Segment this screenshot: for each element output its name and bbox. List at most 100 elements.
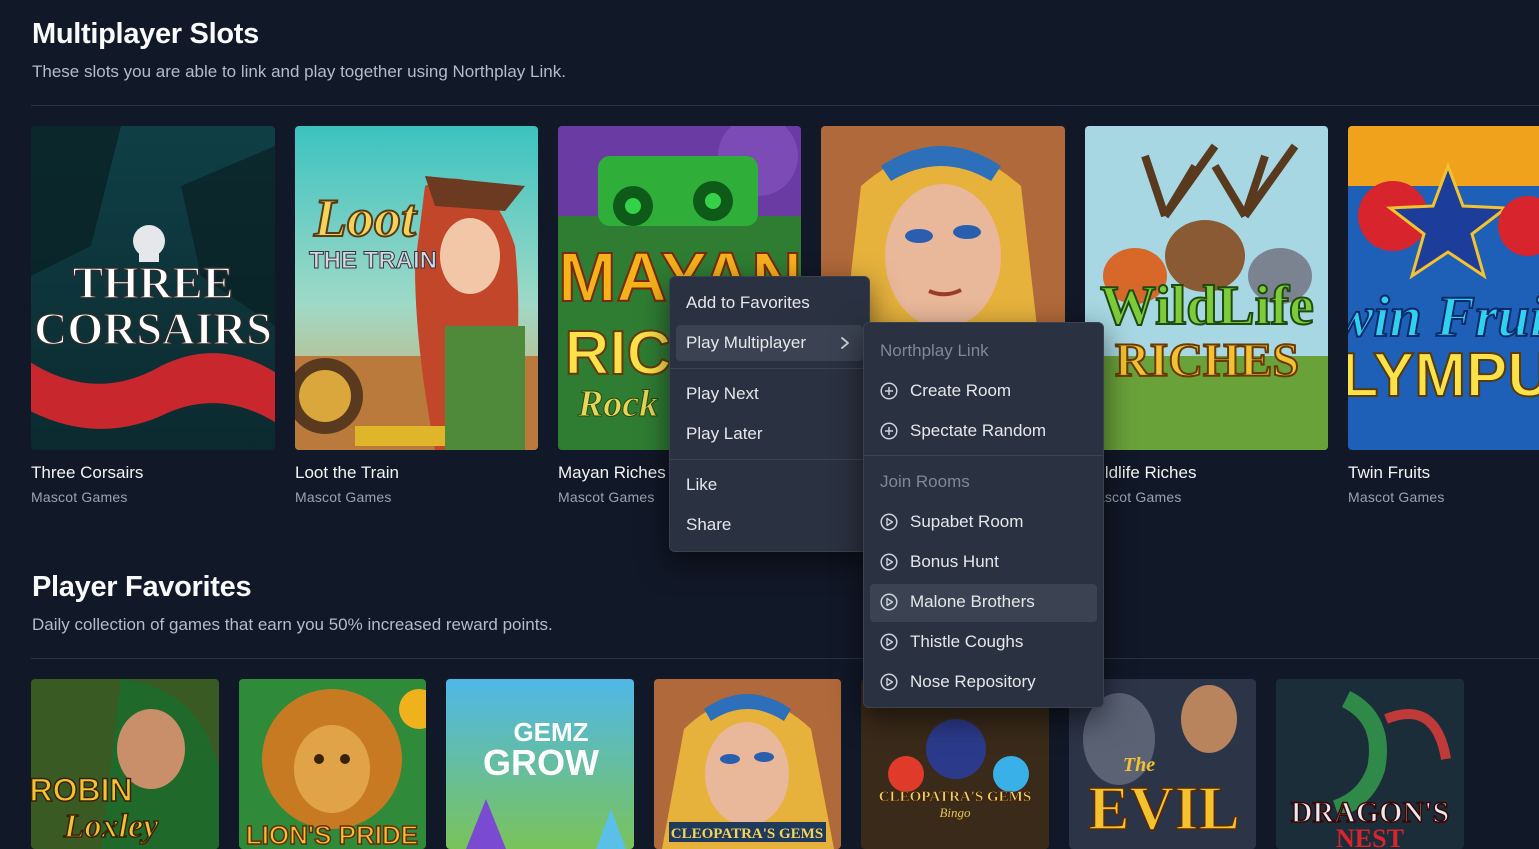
game-provider: Mascot Games (558, 489, 655, 505)
svg-text:NEST: NEST (1336, 824, 1404, 849)
game-thumbnail[interactable]: GEMZ GROW (446, 679, 634, 849)
menu-item-label: Play Later (686, 424, 763, 443)
svg-text:Loot: Loot (313, 188, 418, 248)
robin-art: ROBIN Loxley (31, 679, 219, 849)
room-item-nose-repository[interactable]: Nose Repository (870, 664, 1097, 700)
svg-text:LION'S PRIDE: LION'S PRIDE (246, 820, 418, 849)
menu-item-add-to-favorites[interactable]: Add to Favorites (676, 285, 863, 321)
svg-text:RICHES: RICHES (1115, 334, 1299, 387)
play-circle-icon (880, 673, 898, 691)
plus-circle-icon (880, 382, 898, 400)
svg-text:EVIL: EVIL (1088, 775, 1240, 843)
menu-item-share[interactable]: Share (676, 507, 863, 543)
menu-item-label: Play Next (686, 384, 759, 403)
menu-item-play-later[interactable]: Play Later (676, 416, 863, 452)
svg-text:WildLife: WildLife (1100, 275, 1314, 337)
game-thumbnail[interactable]: THREE CORSAIRS (31, 126, 275, 450)
svg-text:THE TRAIN: THE TRAIN (309, 247, 437, 274)
game-thumbnail[interactable]: DRAGON'S NEST (1276, 679, 1464, 849)
submenu-item-create-room[interactable]: Create Room (870, 373, 1097, 409)
svg-text:CLEOPATRA'S GEMS: CLEOPATRA'S GEMS (879, 789, 1031, 805)
svg-text:Rock: Rock (577, 383, 658, 425)
submenu-item-label: Bonus Hunt (910, 552, 999, 571)
room-item-supabet-room[interactable]: Supabet Room (870, 504, 1097, 540)
favorite-card-gemz-grow[interactable]: GEMZ GROW (446, 679, 634, 849)
submenu-item-label: Malone Brothers (910, 592, 1035, 611)
play-circle-icon (880, 593, 898, 611)
plus-circle-icon (880, 422, 898, 440)
game-card-three-corsairs[interactable]: THREE CORSAIRS Three Corsairs Mascot Gam… (31, 126, 275, 516)
menu-item-play-multiplayer[interactable]: Play Multiplayer (676, 325, 863, 361)
twin-fruits-art: Twin Fruits OLYMPUS (1348, 126, 1539, 450)
dragons-nest-art: DRAGON'S NEST (1276, 679, 1464, 849)
context-menu: Add to Favorites Play Multiplayer Play N… (669, 276, 870, 552)
chevron-right-icon (841, 337, 849, 349)
menu-item-label: Like (686, 475, 718, 494)
game-name[interactable]: Twin Fruits (1348, 463, 1430, 483)
game-card-loot-the-train[interactable]: Loot THE TRAIN Loot the Train Mascot Gam… (295, 126, 538, 516)
svg-text:Twin Fruits: Twin Fruits (1348, 284, 1539, 349)
submenu-header-northplay-link: Northplay Link (880, 341, 989, 360)
section-divider (31, 105, 1539, 106)
game-provider: Mascot Games (31, 489, 128, 505)
menu-separator (670, 368, 869, 369)
game-thumbnail[interactable]: LION'S PRIDE (239, 679, 426, 849)
submenu-item-label: Supabet Room (910, 512, 1024, 531)
game-card-wildlife-riches[interactable]: WildLife RICHES Wildlife Riches Mascot G… (1085, 126, 1328, 516)
section-title-multiplayer: Multiplayer Slots (32, 18, 259, 50)
svg-text:THREE: THREE (72, 257, 233, 308)
svg-text:OLYMPUS: OLYMPUS (1348, 341, 1539, 410)
lions-pride-art: LION'S PRIDE (239, 679, 426, 849)
submenu-item-label: Thistle Coughs (910, 632, 1024, 651)
favorite-card-robin-of-loxley[interactable]: ROBIN Loxley (31, 679, 219, 849)
menu-item-like[interactable]: Like (676, 467, 863, 503)
game-card-twin-fruits[interactable]: Twin Fruits OLYMPUS Twin Fruits Mascot G… (1348, 126, 1539, 516)
submenu-item-label: Create Room (910, 381, 1012, 400)
room-item-malone-brothers[interactable]: Malone Brothers (870, 584, 1097, 622)
play-circle-icon (880, 553, 898, 571)
svg-text:Bingo: Bingo (939, 805, 971, 820)
svg-text:RIC: RIC (565, 319, 672, 388)
game-thumbnail[interactable]: CLEOPATRA'S GEMS (654, 679, 841, 849)
multiplayer-submenu: Northplay Link Create Room Spectate Rand… (863, 322, 1104, 708)
section-subtitle-favorites: Daily collection of games that earn you … (32, 615, 553, 634)
section-divider (31, 658, 1539, 659)
svg-text:GROW: GROW (483, 742, 599, 783)
submenu-item-spectate-random[interactable]: Spectate Random (870, 413, 1097, 449)
game-name[interactable]: Three Corsairs (31, 463, 143, 483)
svg-text:Loxley: Loxley (63, 808, 159, 845)
game-thumbnail[interactable]: ROBIN Loxley (31, 679, 219, 849)
game-provider: Mascot Games (1348, 489, 1445, 505)
menu-item-label: Play Multiplayer (686, 333, 806, 352)
game-thumbnail[interactable]: Loot THE TRAIN (295, 126, 538, 450)
cleopatras-gems-art: CLEOPATRA'S GEMS (654, 679, 841, 849)
game-thumbnail[interactable]: Twin Fruits OLYMPUS (1348, 126, 1539, 450)
section-title-favorites: Player Favorites (32, 571, 252, 603)
game-name[interactable]: Mayan Riches (558, 463, 666, 483)
menu-item-label: Share (686, 515, 732, 534)
submenu-header-join-rooms: Join Rooms (880, 472, 970, 491)
favorite-card-dragons-nest[interactable]: DRAGON'S NEST (1276, 679, 1464, 849)
room-item-bonus-hunt[interactable]: Bonus Hunt (870, 544, 1097, 580)
svg-text:CLEOPATRA'S GEMS: CLEOPATRA'S GEMS (671, 826, 823, 842)
section-subtitle-multiplayer: These slots you are able to link and pla… (32, 62, 566, 81)
play-circle-icon (880, 633, 898, 651)
game-name[interactable]: Loot the Train (295, 463, 399, 483)
game-provider: Mascot Games (295, 489, 392, 505)
room-item-thistle-coughs[interactable]: Thistle Coughs (870, 624, 1097, 660)
menu-separator (670, 459, 869, 460)
svg-text:The: The (1123, 754, 1155, 776)
play-circle-icon (880, 513, 898, 531)
svg-text:CORSAIRS: CORSAIRS (34, 303, 272, 354)
menu-item-label: Add to Favorites (686, 293, 810, 312)
menu-separator (864, 455, 1103, 456)
gemz-grow-art: GEMZ GROW (446, 679, 634, 849)
favorite-card-lions-pride[interactable]: LION'S PRIDE (239, 679, 426, 849)
game-thumbnail[interactable]: WildLife RICHES (1085, 126, 1328, 450)
submenu-item-label: Spectate Random (910, 421, 1047, 440)
menu-item-play-next[interactable]: Play Next (676, 376, 863, 412)
favorite-card-cleopatras-gems[interactable]: CLEOPATRA'S GEMS (654, 679, 841, 849)
wildlife-riches-art: WildLife RICHES (1085, 126, 1328, 450)
submenu-item-label: Nose Repository (910, 672, 1036, 691)
svg-text:ROBIN: ROBIN (31, 772, 133, 808)
